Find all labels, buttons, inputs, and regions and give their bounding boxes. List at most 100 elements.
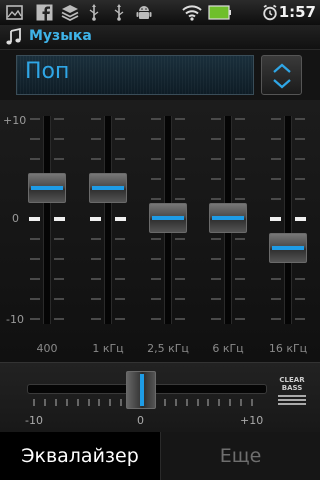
preset-value: Поп (25, 59, 70, 84)
eq-scale-tick (271, 138, 281, 140)
eq-scale-tick (235, 158, 245, 160)
eq-scale-tick (54, 118, 64, 120)
balance-tick (196, 399, 199, 406)
balance-slider-knob[interactable] (126, 371, 156, 409)
eq-scale-tick (235, 298, 245, 300)
eq-scale-tick (295, 298, 305, 300)
eq-scale-tick (271, 278, 281, 280)
eq-scale-tick (30, 158, 40, 160)
eq-band-track[interactable] (104, 116, 112, 324)
up-down-arrows-icon (273, 63, 291, 89)
tab-equalizer[interactable]: Эквалайзер (0, 432, 160, 480)
eq-band-knob[interactable] (28, 173, 66, 203)
balance-min-label: -10 (25, 414, 43, 427)
eq-scale-tick (91, 138, 101, 140)
eq-scale-tick (115, 138, 125, 140)
eq-scale-tick (211, 238, 221, 240)
eq-scale-tick (211, 258, 221, 260)
eq-scale-tick (54, 278, 64, 280)
balance-tick (218, 399, 221, 406)
eq-scale-tick (295, 138, 305, 140)
balance-tick (87, 399, 90, 406)
eq-scale-tick (151, 178, 161, 180)
eq-scale-tick (30, 138, 40, 140)
eq-scale-tick (54, 298, 64, 300)
balance-tick (76, 399, 79, 406)
eq-scale-tick (295, 118, 305, 120)
balance-tick (54, 399, 57, 406)
eq-scale-tick (271, 198, 281, 200)
eq-zero-mark (295, 217, 306, 221)
balance-tick (207, 399, 210, 406)
scale-min-label: -10 (6, 313, 24, 326)
eq-scale-tick (211, 198, 221, 200)
eq-scale-tick (211, 298, 221, 300)
eq-scale-tick (151, 238, 161, 240)
usb-icon (114, 4, 124, 21)
usb-icon (89, 4, 99, 21)
layers-icon (61, 5, 79, 21)
eq-band-label: 1 кГц (92, 342, 124, 355)
scale-zero-label: 0 (12, 212, 19, 225)
eq-zero-mark (270, 217, 281, 221)
eq-scale-tick (54, 138, 64, 140)
eq-band-label: 400 (36, 342, 58, 355)
android-icon (136, 6, 152, 19)
eq-scale-tick (115, 278, 125, 280)
clear-bass-button[interactable]: CLEAR BASS (277, 374, 307, 406)
eq-scale-tick (54, 238, 64, 240)
eq-scale-tick (151, 318, 161, 320)
tab-more[interactable]: Еще (160, 432, 320, 480)
balance-max-label: +10 (240, 414, 264, 427)
balance-tick (98, 399, 101, 406)
eq-band-label: 2,5 кГц (147, 342, 189, 355)
eq-band-knob[interactable] (149, 203, 187, 233)
balance-tick (185, 399, 188, 406)
eq-scale-tick (30, 298, 40, 300)
title-bar: Музыка (0, 25, 320, 50)
eq-scale-tick (175, 238, 185, 240)
scale-max-label: +10 (3, 114, 27, 127)
eq-scale-tick (271, 118, 281, 120)
eq-band-knob[interactable] (209, 203, 247, 233)
eq-scale-tick (115, 298, 125, 300)
eq-scale-tick (54, 158, 64, 160)
eq-scale-tick (211, 118, 221, 120)
eq-scale-tick (211, 178, 221, 180)
eq-scale-tick (175, 138, 185, 140)
balance-mid-label: 0 (137, 414, 144, 427)
eq-scale-tick (211, 278, 221, 280)
eq-scale-tick (175, 118, 185, 120)
eq-scale-tick (295, 278, 305, 280)
eq-band-track[interactable] (43, 116, 51, 324)
preset-stepper-button[interactable] (261, 55, 302, 95)
eq-scale-tick (115, 318, 125, 320)
eq-band-track[interactable] (284, 116, 292, 324)
eq-scale-tick (235, 278, 245, 280)
eq-zero-mark (115, 217, 126, 221)
eq-scale-tick (91, 118, 101, 120)
eq-scale-tick (235, 118, 245, 120)
eq-scale-tick (151, 198, 161, 200)
eq-scale-tick (175, 198, 185, 200)
balance-tick (120, 399, 123, 406)
clock: 1:57 (278, 3, 316, 21)
eq-band-knob[interactable] (269, 233, 307, 263)
eq-band-label: 6 кГц (212, 342, 244, 355)
eq-scale-tick (271, 158, 281, 160)
clear-bass-label-2: BASS (281, 384, 303, 392)
status-bar: 1:57 (0, 0, 320, 25)
eq-scale-tick (235, 198, 245, 200)
eq-scale-tick (91, 278, 101, 280)
eq-scale-tick (271, 298, 281, 300)
tab-more-label: Еще (219, 445, 262, 467)
eq-scale-tick (30, 278, 40, 280)
eq-zero-mark (54, 217, 65, 221)
eq-scale-tick (235, 258, 245, 260)
eq-scale-tick (91, 298, 101, 300)
balance-tick (65, 399, 68, 406)
facebook-icon (36, 4, 53, 21)
eq-scale-tick (295, 318, 305, 320)
eq-band-knob[interactable] (89, 173, 127, 203)
eq-scale-tick (151, 118, 161, 120)
